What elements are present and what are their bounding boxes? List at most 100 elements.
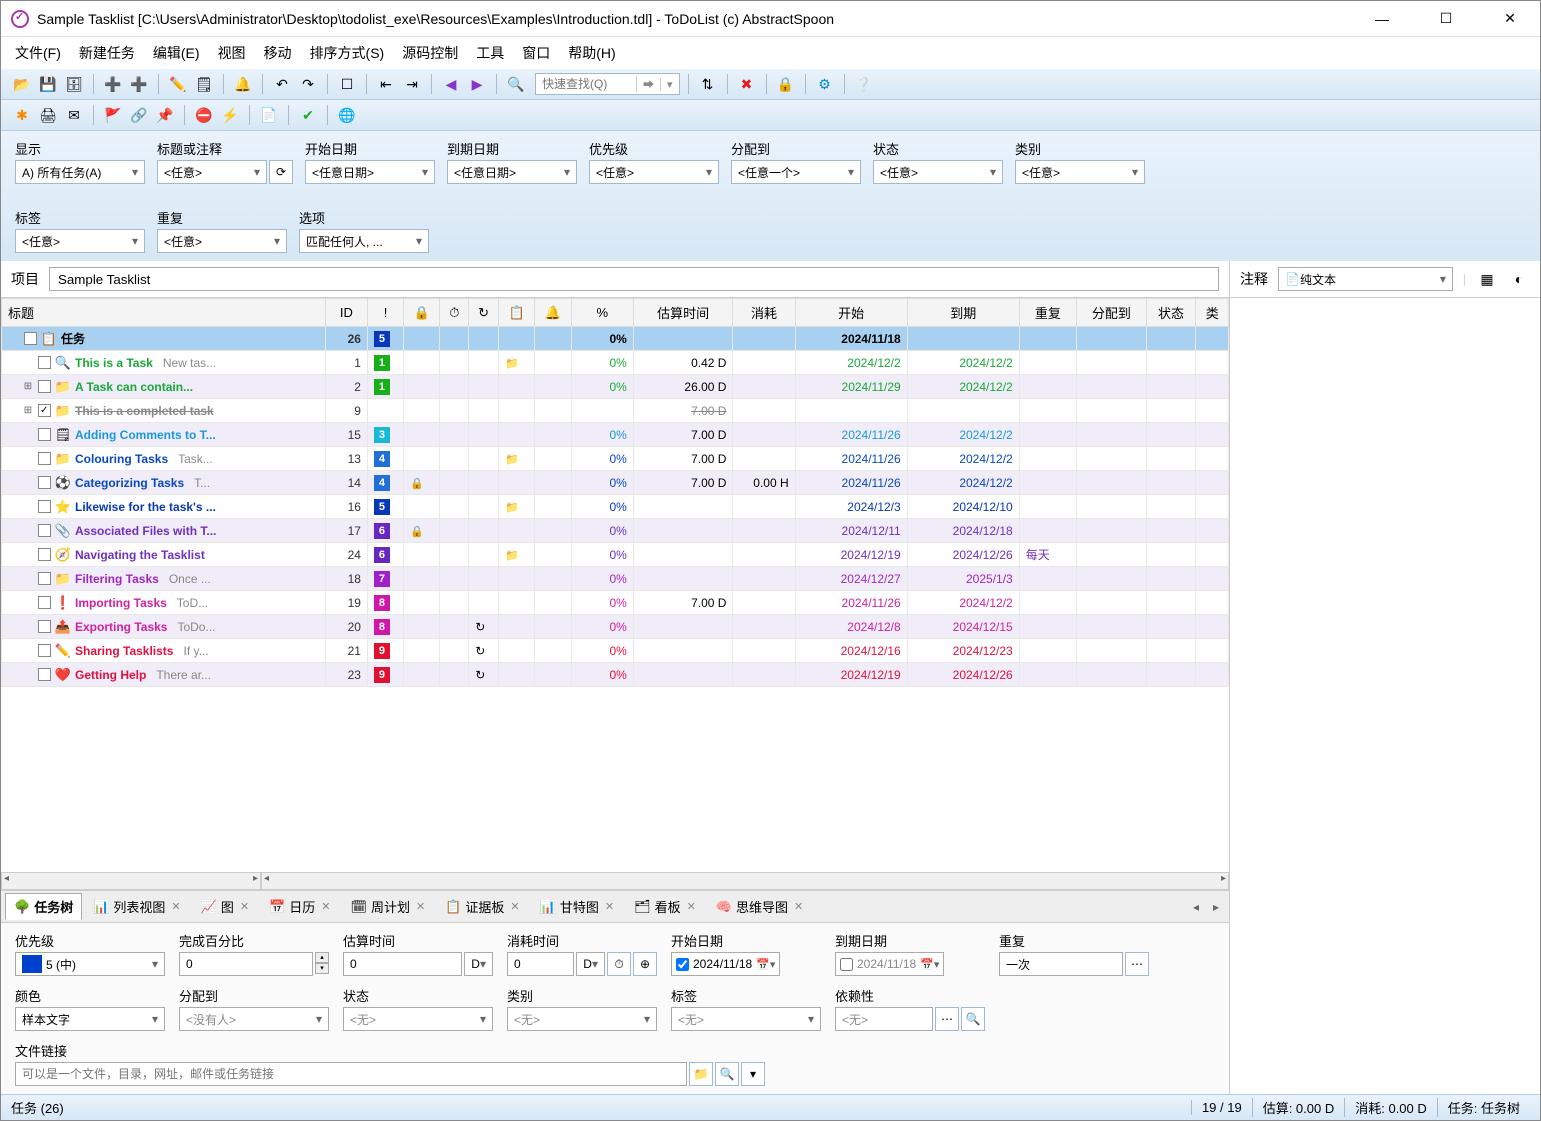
filter-title-select[interactable]: <任意>: [157, 160, 267, 184]
view-tab[interactable]: 📊甘特图✕: [531, 893, 623, 920]
comments-btn1[interactable]: ▦: [1476, 268, 1498, 290]
col-clock[interactable]: ⏱: [440, 299, 469, 327]
prop-duedate-input[interactable]: 2024/11/18📅▾: [835, 952, 944, 976]
globe-icon[interactable]: 🌐: [336, 104, 358, 126]
filter-category-select[interactable]: <任意>: [1015, 160, 1145, 184]
open-icon[interactable]: 📂: [11, 73, 33, 95]
col-id[interactable]: ID: [325, 299, 367, 327]
comments-format-select[interactable]: 📄 纯文本: [1278, 267, 1453, 291]
col-start[interactable]: 开始: [795, 299, 907, 327]
task-checkbox[interactable]: [38, 428, 51, 441]
timer-button[interactable]: ⏱: [607, 952, 631, 976]
duedate-checkbox[interactable]: [840, 958, 853, 971]
menu-edit[interactable]: 编辑(E): [153, 43, 200, 63]
prop-allocto-select[interactable]: <没有人>: [179, 1007, 329, 1031]
delete-icon[interactable]: ✖: [736, 73, 758, 95]
prop-spent-unit[interactable]: D: [576, 952, 605, 976]
prop-category-select[interactable]: <无>: [507, 1007, 657, 1031]
plugin-icon[interactable]: ✱: [11, 104, 33, 126]
link-icon[interactable]: 🔗: [128, 104, 150, 126]
task-checkbox[interactable]: [38, 356, 51, 369]
col-bell[interactable]: 🔔: [535, 299, 571, 327]
menu-move[interactable]: 移动: [264, 43, 292, 63]
stop-icon[interactable]: ⛔: [193, 104, 215, 126]
comment-icon[interactable]: 🗒: [193, 73, 215, 95]
tab-close-button[interactable]: ✕: [321, 900, 330, 913]
expander-button[interactable]: ⊞: [22, 405, 34, 416]
task-checkbox[interactable]: [24, 332, 37, 345]
col-priority[interactable]: !: [367, 299, 403, 327]
task-row[interactable]: 📁Filtering TasksOnce ... 18 7 0% 2024/12…: [2, 567, 1229, 591]
prop-pct-input[interactable]: 0: [179, 952, 313, 976]
bolt-icon[interactable]: ⚡: [219, 104, 241, 126]
expander-button[interactable]: ⊞: [22, 381, 34, 392]
filter-show-select[interactable]: A) 所有任务(A): [15, 160, 145, 184]
filter-status-select[interactable]: <任意>: [873, 160, 1003, 184]
minimize-button[interactable]: —: [1362, 5, 1402, 33]
filter-duedate-select[interactable]: <任意日期>: [447, 160, 577, 184]
project-input[interactable]: [49, 267, 1219, 291]
tab-close-button[interactable]: ✕: [794, 900, 803, 913]
view-tab[interactable]: 🧠思维导图✕: [707, 893, 812, 920]
undo-icon[interactable]: ↶: [271, 73, 293, 95]
search-dropdown-button[interactable]: ▾: [660, 78, 679, 91]
task-row[interactable]: ⚽Categorizing TasksT... 14 4 🔒 0% 7.00 D…: [2, 471, 1229, 495]
newtask-icon[interactable]: ➕: [102, 73, 124, 95]
sort-icon[interactable]: ⇅: [697, 73, 719, 95]
menu-view[interactable]: 视图: [218, 43, 246, 63]
prop-depends-input[interactable]: <无>: [835, 1007, 933, 1031]
pct-up-button[interactable]: ▴: [315, 952, 329, 963]
task-checkbox[interactable]: [38, 404, 51, 417]
filter-repeat-select[interactable]: <任意>: [157, 229, 287, 253]
task-checkbox[interactable]: [38, 548, 51, 561]
task-row[interactable]: ❗Importing TasksToD... 19 8 0% 7.00 D 20…: [2, 591, 1229, 615]
tab-close-button[interactable]: ✕: [240, 900, 249, 913]
task-row[interactable]: ⊞📁A Task can contain... 2 1 0% 26.00 D 2…: [2, 375, 1229, 399]
timer-add-button[interactable]: ⊕: [633, 952, 657, 976]
task-row[interactable]: 📁Colouring TasksTask... 13 4 📁 0% 7.00 D…: [2, 447, 1229, 471]
prop-startdate-input[interactable]: 2024/11/18📅▾: [671, 952, 780, 976]
col-folder[interactable]: 📋: [498, 299, 534, 327]
tab-close-button[interactable]: ✕: [687, 900, 696, 913]
tab-close-button[interactable]: ✕: [510, 900, 519, 913]
close-button[interactable]: ✕: [1490, 5, 1530, 33]
view-tab[interactable]: 📋证据板✕: [436, 893, 528, 920]
task-checkbox[interactable]: [38, 572, 51, 585]
depends-more-button[interactable]: ⋯: [935, 1007, 959, 1031]
menu-file[interactable]: 文件(F): [15, 43, 61, 63]
flag-icon[interactable]: 🚩: [102, 104, 124, 126]
filter-priority-select[interactable]: <任意>: [589, 160, 719, 184]
saveall-icon[interactable]: 🗄: [63, 73, 85, 95]
view-tab[interactable]: 🗂看板✕: [625, 893, 705, 920]
lock-icon[interactable]: 🔒: [775, 73, 797, 95]
redo-icon[interactable]: ↷: [297, 73, 319, 95]
print-icon[interactable]: 🖨: [37, 104, 59, 126]
comments-btn2[interactable]: ◐: [1508, 268, 1530, 290]
tab-close-button[interactable]: ✕: [416, 900, 425, 913]
view-tab[interactable]: 🗓周计划✕: [341, 893, 434, 920]
prev-icon[interactable]: ◀: [440, 73, 462, 95]
calendar-icon[interactable]: 📅▾: [920, 958, 939, 971]
save-icon[interactable]: 💾: [37, 73, 59, 95]
search-go-button[interactable]: ⮕: [636, 76, 660, 92]
view-tab[interactable]: 📅日历✕: [260, 893, 339, 920]
maximize-button[interactable]: ☐: [1426, 5, 1466, 33]
col-recur[interactable]: ↻: [469, 299, 499, 327]
task-row[interactable]: ⭐Likewise for the task's ... 16 5 📁 0% 2…: [2, 495, 1229, 519]
prop-color-select[interactable]: 样本文字: [15, 1007, 165, 1031]
depends-search-button[interactable]: 🔍: [961, 1007, 985, 1031]
view-tab[interactable]: 📈图✕: [192, 893, 258, 920]
col-spent[interactable]: 消耗: [733, 299, 795, 327]
newsubtask-icon[interactable]: ➕: [128, 73, 150, 95]
task-checkbox[interactable]: [38, 452, 51, 465]
col-status[interactable]: 状态: [1146, 299, 1196, 327]
find-icon[interactable]: 🔍: [505, 73, 527, 95]
prop-est-input[interactable]: 0: [343, 952, 462, 976]
filter-allocto-select[interactable]: <任意一个>: [731, 160, 861, 184]
check-icon[interactable]: ✔: [297, 104, 319, 126]
menu-help[interactable]: 帮助(H): [568, 43, 615, 63]
menu-window[interactable]: 窗口: [522, 43, 550, 63]
col-pct[interactable]: %: [571, 299, 633, 327]
tab-close-button[interactable]: ✕: [171, 900, 180, 913]
filelink-browse-button[interactable]: 📁: [689, 1062, 713, 1086]
